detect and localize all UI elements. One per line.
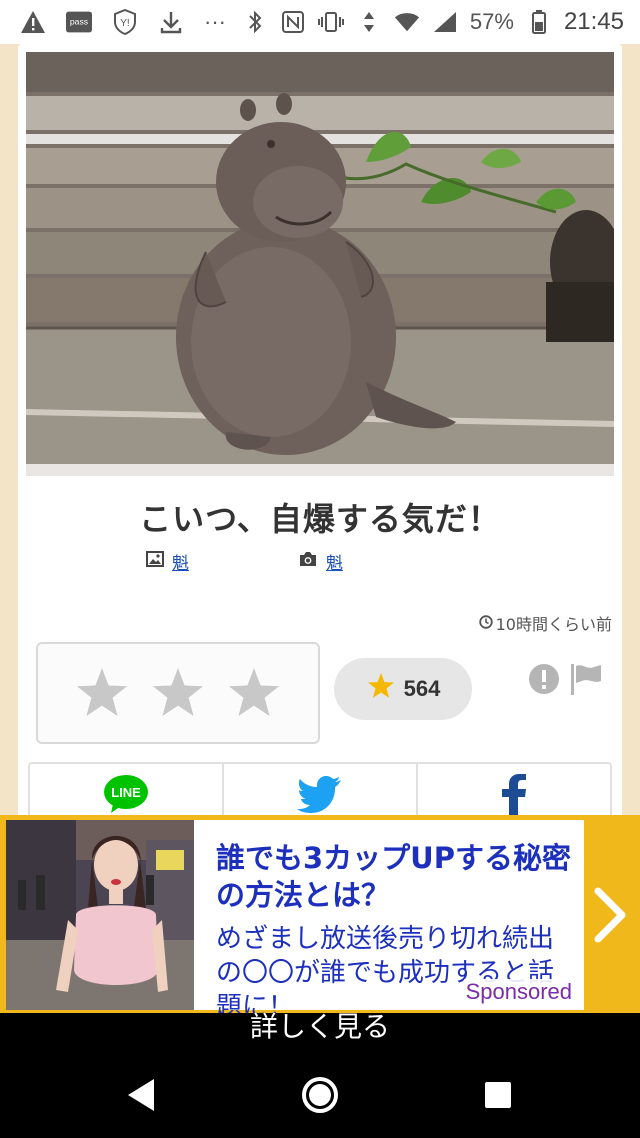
home-icon[interactable] (300, 1075, 340, 1115)
ad-image[interactable] (6, 820, 194, 1010)
data-arrows-icon (356, 9, 382, 35)
vibrate-icon (317, 9, 344, 35)
share-twitter-button[interactable] (224, 764, 418, 818)
ad-text-panel[interactable]: 誰でも3カップUPする秘密の方法とは？ めざまし放送後売り切れ続出の〇〇が誰でも… (194, 820, 584, 1022)
post-photo[interactable] (26, 52, 614, 464)
share-line-button[interactable]: LINE (30, 764, 224, 818)
image-icon (146, 551, 164, 572)
ad-banner[interactable]: 誰でも3カップUPする秘密の方法とは？ めざまし放送後売り切れ続出の〇〇が誰でも… (0, 815, 640, 1022)
svg-text:Y!: Y! (120, 18, 129, 29)
recents-icon[interactable] (478, 1075, 518, 1115)
camera-icon (298, 551, 318, 572)
line-icon: LINE (104, 775, 148, 813)
image-credit-link[interactable]: 魁 (172, 549, 189, 574)
facebook-icon (502, 774, 526, 816)
photo-credit-link[interactable]: 魁 (326, 549, 343, 574)
twitter-icon (297, 776, 341, 813)
battery-icon (526, 9, 552, 35)
signal-icon (432, 9, 458, 35)
svg-text:LINE: LINE (111, 785, 141, 800)
nfc-icon (280, 9, 306, 35)
ad-body[interactable]: めざまし放送後売り切れ続出の〇〇が誰でも成功すると話題に！ (216, 922, 576, 1024)
shield-y-icon: Y! (112, 9, 138, 35)
flag-button[interactable] (568, 661, 604, 697)
post-timestamp: 10時間くらい前 (478, 611, 612, 635)
ad-cta-button[interactable]: 詳しく見る (0, 1013, 640, 1051)
status-bar: pass Y! ··· 57% 21:45 (0, 0, 640, 44)
photo-credit: 魁 (298, 549, 343, 574)
download-icon (158, 9, 184, 35)
clock: 21:45 (563, 8, 624, 35)
post-card: こいつ、自爆する気だ！ 魁 魁 10時間くらい前 564 LINE (18, 44, 622, 818)
ad-sponsored-label: Sponsored (463, 979, 574, 1005)
rating-box (36, 642, 320, 744)
share-facebook-button[interactable] (418, 764, 610, 818)
chevron-right-icon[interactable] (590, 885, 630, 945)
nav-bar (0, 1051, 640, 1138)
gold-star-icon (366, 672, 396, 706)
star-1-button[interactable] (74, 665, 130, 721)
clock-icon (478, 614, 493, 633)
star-count: 564 (403, 676, 441, 701)
share-row: LINE (28, 762, 612, 818)
more-icon: ··· (204, 9, 226, 34)
back-icon[interactable] (122, 1075, 162, 1115)
star-count-badge: 564 (334, 658, 472, 720)
svg-text:pass: pass (70, 17, 89, 27)
star-3-button[interactable] (226, 665, 282, 721)
post-title: こいつ、自爆する気だ！ (139, 500, 501, 538)
ad-headline[interactable]: 誰でも3カップUPする秘密の方法とは？ (216, 840, 578, 914)
bluetooth-icon (242, 9, 268, 35)
warning-icon (20, 9, 46, 35)
photo-divider (26, 464, 614, 476)
timestamp-text: 10時間くらい前 (495, 615, 612, 634)
pass-icon: pass (66, 9, 92, 35)
star-2-button[interactable] (150, 665, 206, 721)
battery-percent: 57% (469, 9, 514, 34)
wifi-icon (394, 9, 420, 35)
image-credit: 魁 (146, 549, 189, 574)
report-button[interactable] (528, 663, 560, 695)
